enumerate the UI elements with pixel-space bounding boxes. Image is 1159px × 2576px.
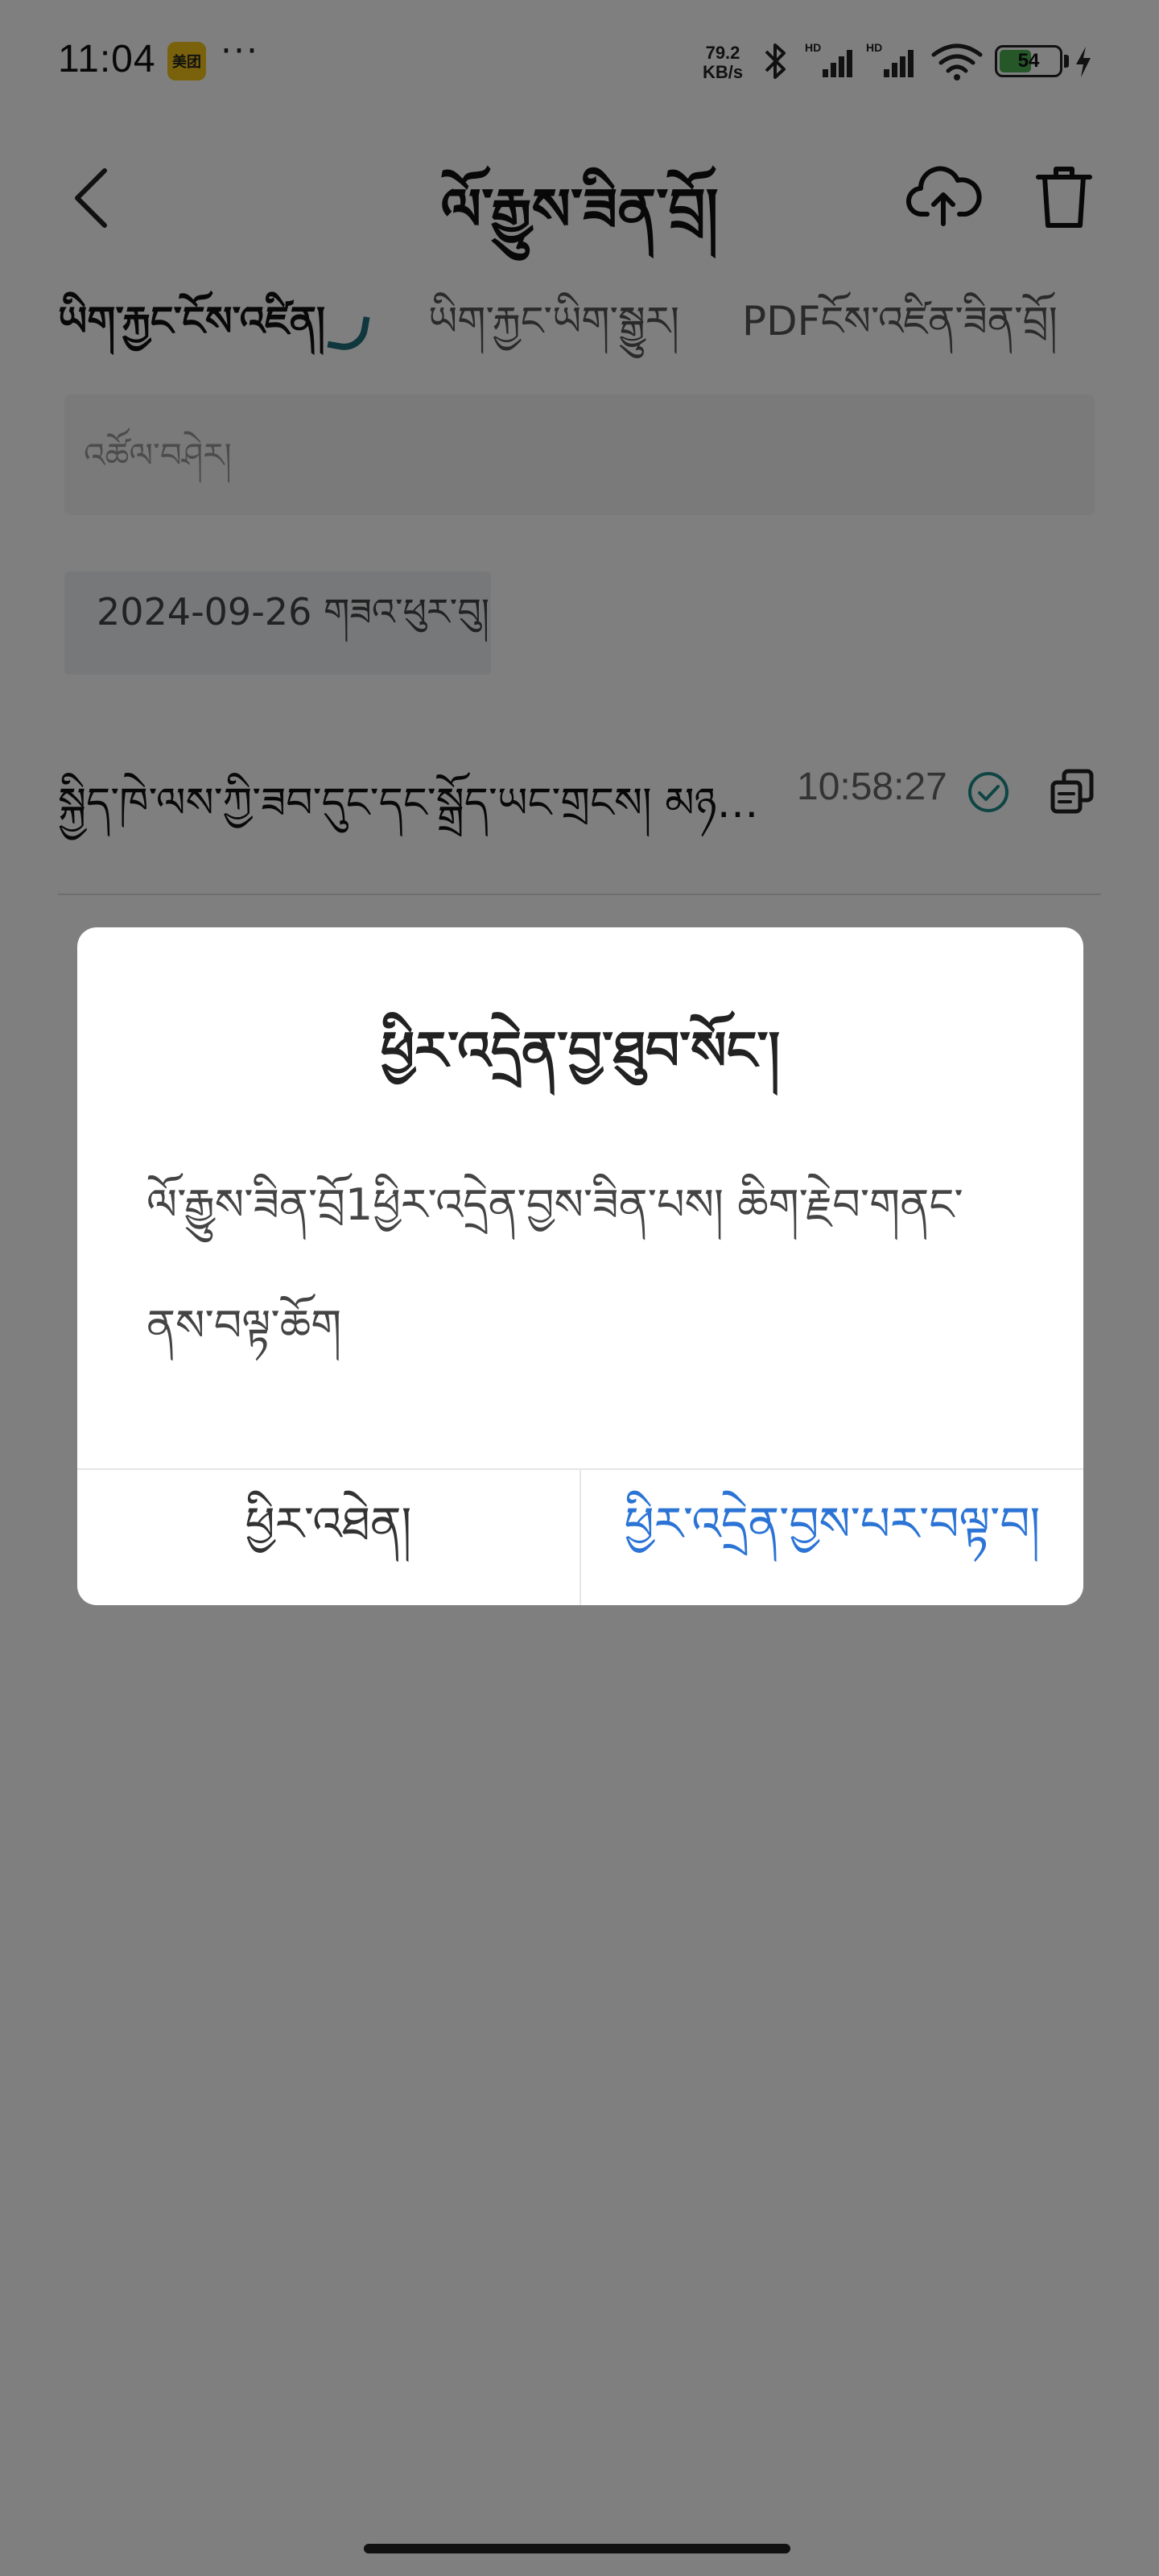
dialog-cancel-button[interactable]: ཕྱིར་འཐེན། xyxy=(77,1470,581,1605)
dialog-view-export-button[interactable]: ཕྱིར་འདྲེན་བྱས་པར་བལྟ་བ། xyxy=(581,1470,1083,1605)
dialog-title: ཕྱིར་འདྲེན་བྱ་ཐུབ་སོང་། xyxy=(380,1020,781,1082)
dialog-footer: ཕྱིར་འཐེན། ཕྱིར་འདྲེན་བྱས་པར་བལྟ་བ། xyxy=(77,1468,1083,1605)
dialog-message: ལོ་རྒྱུས་ཟིན་བྲོ1ཕྱིར་འདྲེན་བྱས་ཟིན་པས། … xyxy=(146,1179,963,1351)
export-success-dialog: ཕྱིར་འདྲེན་བྱ་ཐུབ་སོང་། ལོ་རྒྱུས་ཟིན་བྲོ… xyxy=(77,927,1083,1605)
home-indicator[interactable] xyxy=(364,2544,790,2553)
screen: 11:04 美团 ··· 79.2 KB/s HD HD xyxy=(0,0,1159,2576)
